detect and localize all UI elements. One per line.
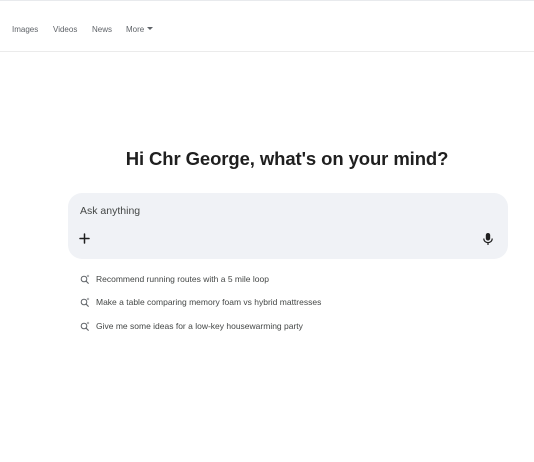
- voice-search-button[interactable]: [482, 232, 494, 246]
- ask-input[interactable]: [80, 204, 460, 218]
- suggestion-text: Make a table comparing memory foam vs hy…: [96, 297, 322, 308]
- page: Images Videos News More Hi Chr George, w…: [0, 0, 534, 462]
- add-button[interactable]: [78, 232, 91, 245]
- search-sparkle-icon: [80, 274, 90, 284]
- suggestion-item[interactable]: Recommend running routes with a 5 mile l…: [80, 272, 500, 295]
- tab-images[interactable]: Images: [12, 24, 38, 36]
- microphone-icon: [483, 233, 493, 245]
- suggestion-list: Recommend running routes with a 5 mile l…: [80, 272, 500, 342]
- greeting-heading: Hi Chr George, what's on your mind?: [125, 148, 449, 169]
- suggestion-text: Recommend running routes with a 5 mile l…: [96, 274, 269, 284]
- tab-more[interactable]: More: [126, 24, 154, 36]
- search-sparkle-icon: [80, 297, 90, 308]
- search-sparkle-icon: [80, 321, 90, 331]
- tab-videos[interactable]: Videos: [53, 24, 77, 36]
- suggestion-text: Give me some ideas for a low-key housewa…: [96, 320, 303, 331]
- tab-news[interactable]: News: [92, 24, 112, 36]
- ask-box[interactable]: [68, 193, 508, 259]
- suggestion-item[interactable]: Make a table comparing memory foam vs hy…: [80, 295, 500, 318]
- search-tabs-bar: Images Videos News More: [0, 0, 534, 52]
- plus-icon: [79, 233, 90, 244]
- caret-down-icon: [147, 27, 154, 31]
- suggestion-item[interactable]: Give me some ideas for a low-key housewa…: [80, 319, 500, 342]
- tab-more-label: More: [126, 25, 145, 34]
